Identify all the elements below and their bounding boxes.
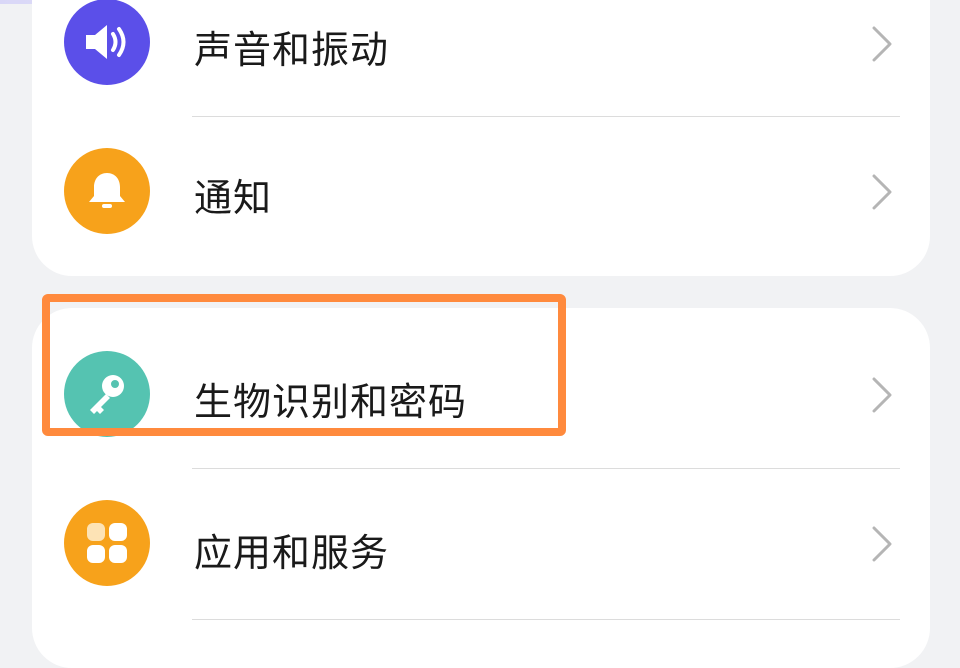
settings-row-biometrics[interactable]: 生物识别和密码: [32, 320, 930, 470]
chevron-right-icon: [872, 26, 892, 62]
settings-row-label: 声音和振动: [194, 28, 390, 72]
settings-row-label: 生物识别和密码: [194, 380, 468, 424]
settings-row-label: 应用和服务: [194, 531, 390, 575]
divider: [192, 468, 900, 469]
divider: [192, 619, 900, 620]
chevron-right-icon: [872, 174, 892, 210]
chevron-right-icon: [872, 526, 892, 562]
speaker-icon: [64, 0, 150, 85]
bell-icon: [64, 148, 150, 234]
settings-card-2: 生物识别和密码 应用和服务: [32, 308, 930, 668]
settings-card-1: 声音和振动 通知: [32, 0, 930, 276]
apps-grid-icon: [64, 500, 150, 586]
chevron-right-icon: [872, 377, 892, 413]
key-icon: [64, 351, 150, 437]
settings-row-notifications[interactable]: 通知: [32, 117, 930, 267]
settings-row-label: 通知: [194, 176, 273, 220]
settings-row-apps[interactable]: 应用和服务: [32, 470, 930, 620]
settings-row-sound[interactable]: 声音和振动: [32, 0, 930, 117]
